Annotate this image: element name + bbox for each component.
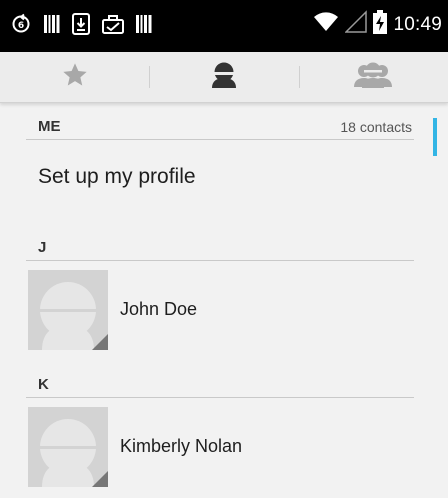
download-icon <box>72 13 90 40</box>
avatar[interactable] <box>28 270 108 350</box>
contact-name: Kimberly Nolan <box>120 436 243 456</box>
section-letter: K <box>38 376 49 393</box>
status-bar: 6 10:49 <box>0 0 448 52</box>
contact-row[interactable]: Kimberly Nolan <box>28 407 418 487</box>
contact-name: John Doe <box>120 299 198 319</box>
section-header-k: K <box>26 367 414 398</box>
signal-icon <box>344 10 368 39</box>
tab-groups[interactable] <box>298 52 448 102</box>
contact-count: 18 contacts <box>340 119 412 135</box>
section-header-me: ME 18 contacts <box>26 109 414 140</box>
system-icons: 10:49 <box>313 10 442 39</box>
contact-list[interactable]: ME 18 contacts Set up my profile J John … <box>0 103 448 498</box>
section-letter: J <box>38 239 47 256</box>
sync-icon: 6 <box>10 13 32 40</box>
briefcase-icon <box>102 13 124 40</box>
section-title: ME <box>38 118 61 135</box>
tab-bar <box>0 52 448 103</box>
scrollbar[interactable] <box>433 118 437 156</box>
barcode-icon <box>44 13 60 40</box>
person-icon <box>209 60 239 95</box>
wifi-icon <box>313 10 339 39</box>
barcode-icon <box>136 13 152 40</box>
set-up-profile-button[interactable]: Set up my profile <box>38 165 196 189</box>
group-icon <box>353 60 393 95</box>
svg-text:6: 6 <box>18 21 24 31</box>
avatar[interactable] <box>28 407 108 487</box>
star-icon <box>61 61 89 94</box>
contact-row[interactable]: John Doe <box>28 270 418 350</box>
battery-charging-icon <box>373 10 388 39</box>
tab-contacts[interactable] <box>149 52 298 102</box>
section-header-j: J <box>26 230 414 261</box>
notification-icons: 6 <box>10 13 152 40</box>
tab-favorites[interactable] <box>0 52 149 102</box>
clock: 10:49 <box>393 13 442 35</box>
